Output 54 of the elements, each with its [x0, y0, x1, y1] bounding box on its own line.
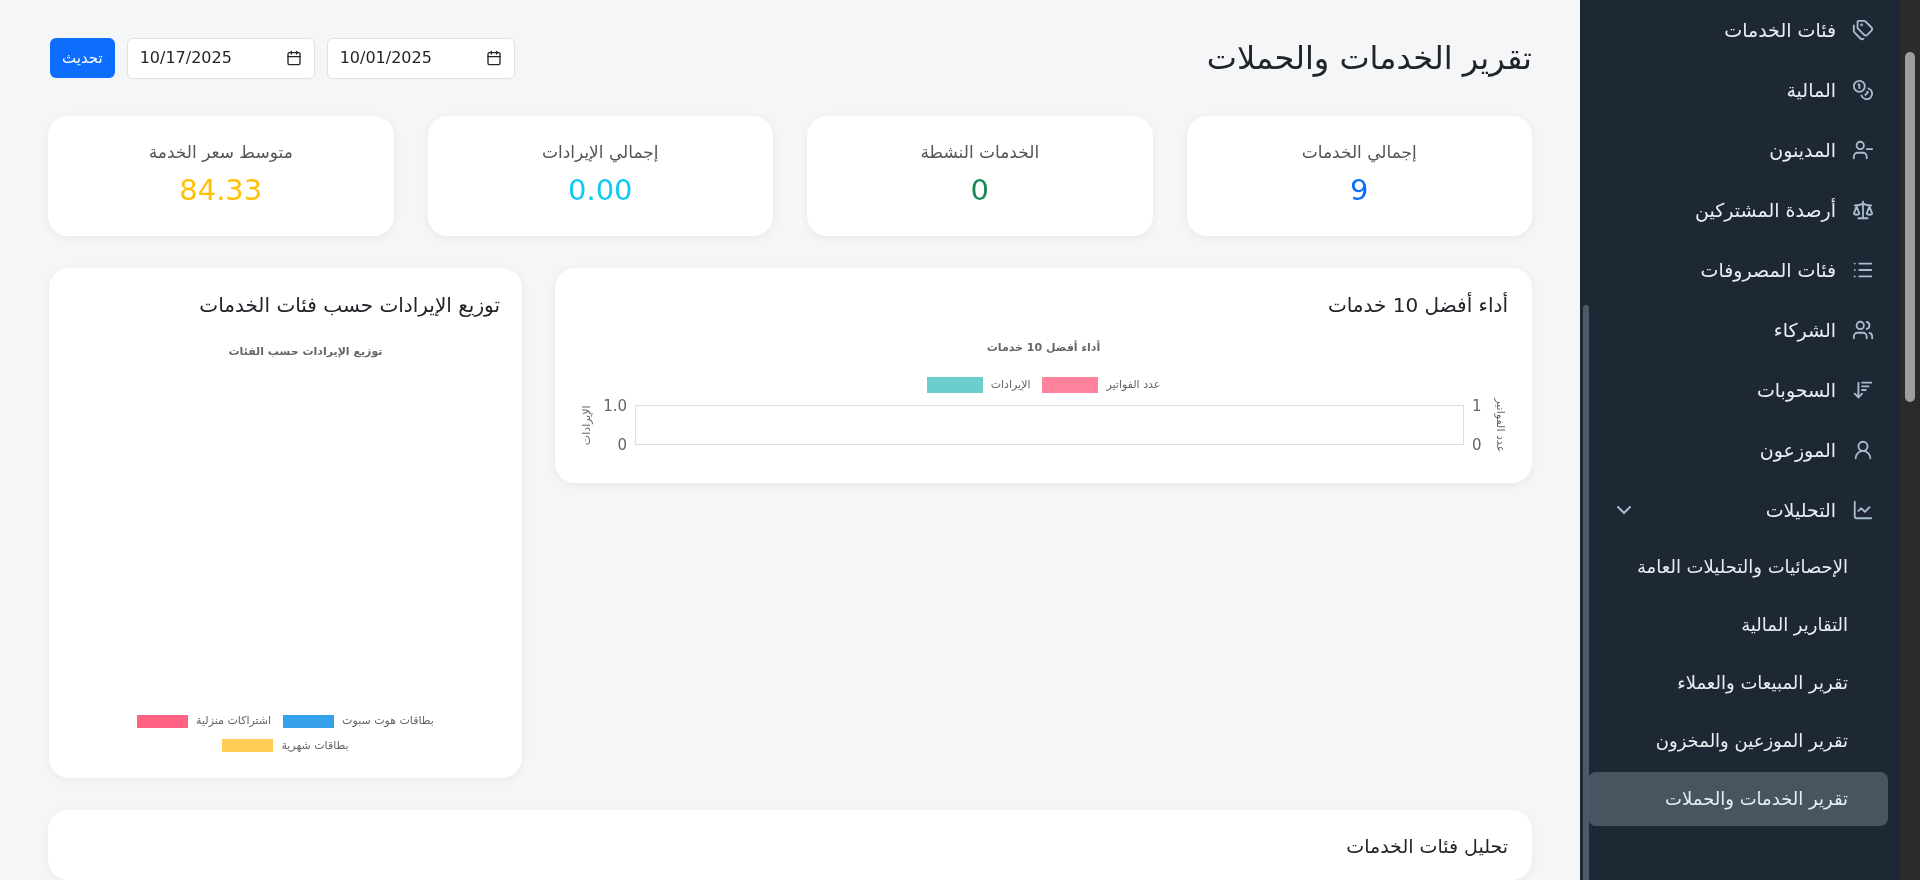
sidebar-item[interactable]: فئات الخدمات [1580, 0, 1900, 60]
sidebar-item[interactable]: الشركاء [1580, 300, 1900, 360]
stat-value: 0 [970, 172, 989, 209]
legend-label: عدد الفواتير [1106, 376, 1161, 393]
card-title: تحليل فئات الخدمات [1345, 834, 1508, 859]
card-title: أداء أفضل 10 خدمات [1326, 291, 1508, 319]
sidebar-item[interactable]: التحليلات [1580, 480, 1900, 540]
legend-label: بطاقات هوت سبوت [342, 713, 434, 729]
sidebar-scrollbar[interactable] [1583, 305, 1589, 880]
sidebar-item[interactable]: فئات المصروفات [1580, 240, 1900, 300]
page-title: تقرير الخدمات والحملات [1206, 38, 1532, 79]
stat-value: 0.00 [567, 172, 633, 209]
calendar-icon [485, 50, 502, 66]
scale-icon [1852, 199, 1874, 221]
date-field[interactable]: 10/17/2025 [126, 37, 315, 79]
stat-label: الخدمات النشطة [920, 140, 1040, 164]
sidebar-item[interactable]: أرصدة المشتركين [1580, 180, 1900, 240]
people-icon [1852, 319, 1874, 341]
sidebar-item[interactable]: السحوبات [1580, 360, 1900, 420]
submenu-item[interactable]: تقرير المبيعات والعملاء [1588, 656, 1888, 710]
coins-icon [1852, 79, 1874, 101]
tick-label: 1.0 [603, 399, 627, 414]
submenu-item[interactable]: التقارير المالية [1588, 598, 1888, 652]
date-field[interactable]: 10/01/2025 [326, 37, 515, 79]
stat-label: متوسط سعر الخدمة [148, 140, 293, 164]
legend-label: الإيرادات [990, 376, 1031, 393]
chart-title: أداء أفضل 10 خدمات [985, 340, 1102, 356]
tick-label: 0 [617, 438, 627, 453]
stat-label: إجمالي الخدمات [1301, 140, 1417, 165]
stat-value: 9 [1350, 172, 1369, 209]
calendar-icon [285, 50, 302, 66]
sidebar-item[interactable]: المدينون [1580, 120, 1900, 180]
tick-label: 0 [1472, 438, 1482, 453]
stat-label: إجمالي الإيرادات [542, 140, 659, 165]
chart-title: توزيع الإيرادات حسب الفئات [227, 344, 384, 360]
person-icon [1852, 439, 1874, 461]
window-scrollbar[interactable] [1900, 0, 1920, 880]
submenu-item[interactable]: تقرير الموزعين والمخزون [1588, 714, 1888, 768]
card-title: توزيع الإيرادات حسب فئات الخدمات [198, 292, 500, 319]
sidebar-item[interactable]: المالية [1580, 60, 1900, 120]
user-minus-icon [1852, 139, 1874, 161]
tag-icon [1852, 19, 1874, 41]
line-chart-icon [1852, 499, 1874, 521]
axis-title: عدد الفواتير [1493, 397, 1508, 453]
legend-label: بطاقات شهرية [281, 737, 349, 754]
legend-label: اشتراكات منزلية [196, 713, 272, 729]
submenu-item[interactable]: تقرير الخدمات والحملات [1588, 772, 1888, 826]
axis-title: الإيرادات [579, 404, 594, 447]
sort-icon [1852, 379, 1874, 401]
tick-label: 1 [1472, 399, 1482, 414]
submenu-item[interactable]: الإحصائيات والتحليلات العامة [1588, 540, 1888, 594]
refresh-button[interactable]: تحديث [50, 38, 115, 78]
sidebar-item[interactable]: الموزعون [1580, 420, 1900, 480]
stat-value: 84.33 [179, 172, 263, 209]
